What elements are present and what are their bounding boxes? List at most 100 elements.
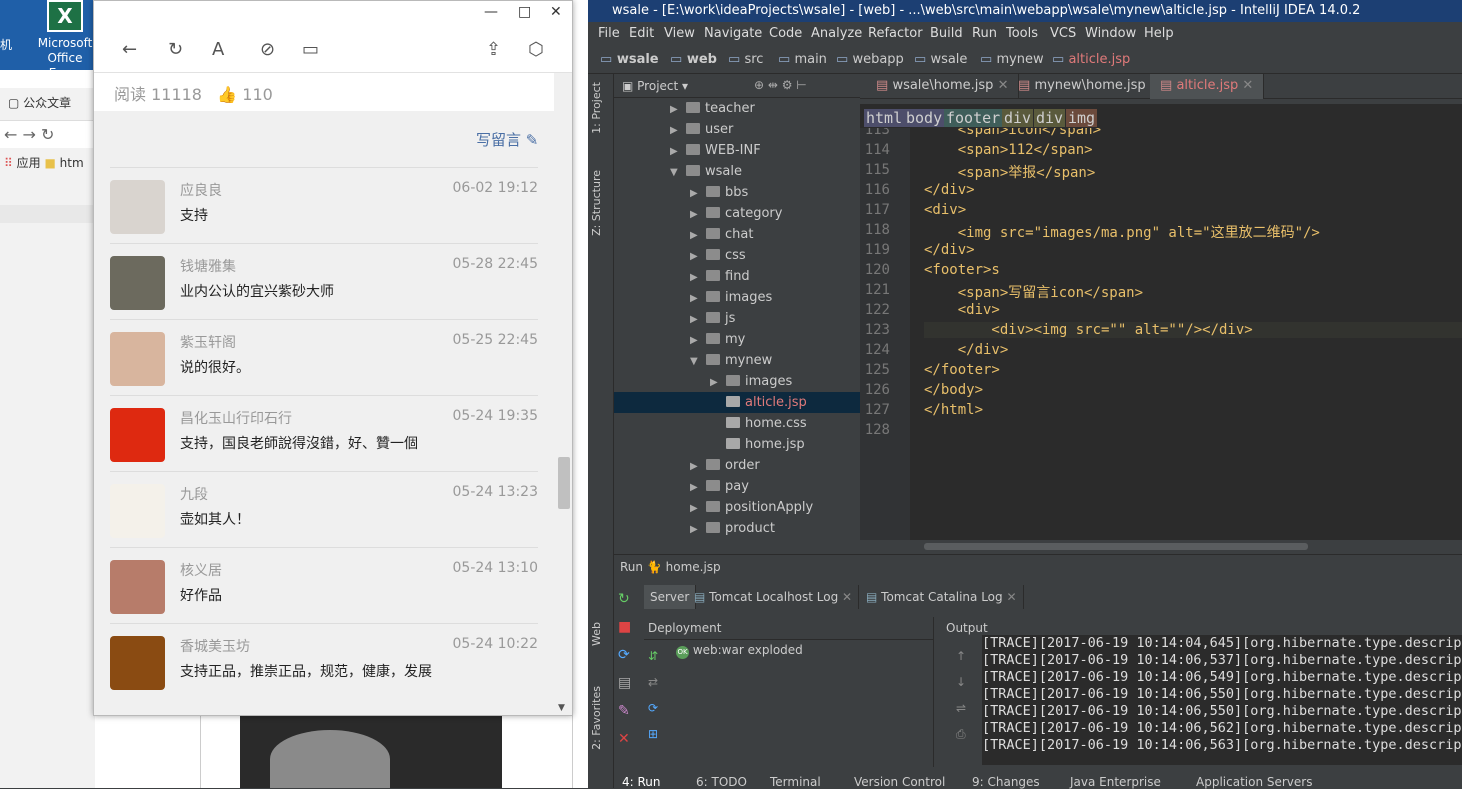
bookmark-htm[interactable]: htm [60, 156, 84, 170]
code-line[interactable]: <div> [924, 202, 966, 218]
editor-tab[interactable]: ▤ alticle.jsp ✕ [1150, 74, 1265, 99]
close-button[interactable]: ✕ [550, 4, 562, 20]
avatar[interactable] [110, 408, 165, 462]
artifact-icon[interactable]: ⊞ [648, 721, 658, 747]
tool-tab-web[interactable]: Web [590, 622, 603, 646]
breadcrumb-item[interactable]: ▭ src [728, 52, 763, 67]
editor-hscroll[interactable] [860, 540, 1462, 554]
tag-crumb[interactable]: footer [944, 109, 1003, 127]
wrap-icon[interactable]: ⇌ [956, 695, 966, 721]
tree-node[interactable]: ▶ category [614, 203, 860, 224]
forward-icon[interactable]: → [23, 125, 36, 144]
tree-node[interactable]: ▶ teacher [614, 98, 860, 119]
collapsed-arrow-icon[interactable]: ▶ [690, 183, 706, 204]
thumbs-up-icon[interactable]: 👍 [217, 85, 237, 104]
menu-navigate[interactable]: Navigate [704, 26, 762, 41]
collapsed-arrow-icon[interactable]: ▶ [690, 309, 706, 330]
tag-crumb[interactable]: html [864, 109, 905, 127]
collapsed-arrow-icon[interactable]: ▶ [690, 225, 706, 246]
tree-node[interactable]: ▶ pay [614, 476, 860, 497]
breadcrumb-item[interactable]: ▭ main [778, 52, 827, 67]
tree-node[interactable]: ▶ bbs [614, 182, 860, 203]
collapsed-arrow-icon[interactable]: ▶ [690, 477, 706, 498]
panel-tools-icon[interactable]: ⊕ ⇹ ⚙ ⊢ [754, 78, 807, 92]
run-tab[interactable]: ▤ Tomcat Catalina Log ✕ [860, 585, 1024, 609]
stop-icon[interactable]: ■ [618, 613, 640, 641]
menu-analyze[interactable]: Analyze [811, 26, 862, 41]
collapsed-arrow-icon[interactable]: ▶ [690, 456, 706, 477]
redeploy-icon[interactable]: ⟳ [648, 695, 658, 721]
editor-tab[interactable]: ▤ mynew\home.jsp ✕ [1008, 74, 1172, 99]
pin-icon[interactable]: ✎ [618, 697, 640, 725]
code-editor[interactable]: 113 114 115 116 117 118 119 120 121 122 123 124 125 1… [860, 128, 1462, 540]
tree-node[interactable]: ▶ chat [614, 224, 860, 245]
close-tab-icon[interactable]: ✕ [998, 78, 1009, 93]
avatar[interactable] [110, 484, 165, 538]
tool-window-tab[interactable]: Terminal [770, 775, 821, 789]
close-panel-icon[interactable]: ✕ [618, 725, 640, 753]
tree-node[interactable]: home.jsp [614, 434, 860, 455]
link-icon[interactable]: ⊘ [260, 39, 275, 60]
avatar[interactable] [110, 560, 165, 614]
update-icon[interactable]: ⟳ [618, 641, 640, 669]
code-line[interactable]: <div><img src="" alt=""/></div> [924, 322, 1462, 338]
close-tab-icon[interactable]: ✕ [1242, 78, 1253, 93]
avatar[interactable] [110, 180, 165, 234]
collapsed-arrow-icon[interactable]: ▶ [690, 204, 706, 225]
code-line[interactable]: <img src="images/ma.png" alt="这里放二维码"/> [924, 222, 1320, 242]
tag-crumb[interactable]: img [1066, 109, 1098, 127]
avatar[interactable] [110, 256, 165, 310]
browser-tab[interactable]: ▢ 公众文章 [0, 88, 95, 114]
box-icon[interactable]: ⬡ [528, 39, 544, 60]
collapsed-arrow-icon[interactable]: ▶ [690, 267, 706, 288]
code-line[interactable]: </footer> [924, 362, 1000, 378]
collapsed-arrow-icon[interactable]: ▶ [670, 141, 686, 162]
tool-window-tab[interactable]: Application Servers [1196, 775, 1312, 789]
menu-view[interactable]: View [664, 26, 695, 41]
refresh-icon[interactable]: ↻ [41, 125, 54, 144]
tree-node[interactable]: ▶ order [614, 455, 860, 476]
menu-run[interactable]: Run [972, 26, 997, 41]
tool-window-tab[interactable]: Java Enterprise [1070, 775, 1161, 789]
tool-tab-favorites[interactable]: 2: Favorites [590, 686, 603, 750]
undeploy-icon[interactable]: ⇄ [648, 669, 658, 695]
collapsed-arrow-icon[interactable]: ▶ [670, 99, 686, 120]
scroll-down-arrow-icon[interactable]: ▼ [558, 703, 565, 713]
tree-node[interactable]: ▶ images [614, 371, 860, 392]
menu-tools[interactable]: Tools [1006, 26, 1038, 41]
code-line[interactable]: </body> [924, 382, 983, 398]
back-icon[interactable]: ← [4, 125, 17, 144]
tag-crumb[interactable]: div [1002, 109, 1034, 127]
deploy-icon[interactable]: ⇵ [648, 643, 658, 669]
tool-window-tab[interactable]: 9: Changes [972, 775, 1040, 789]
avatar[interactable] [110, 332, 165, 386]
maximize-button[interactable]: □ [518, 4, 531, 20]
tag-crumb[interactable]: div [1034, 109, 1066, 127]
layout-icon[interactable]: ▤ [618, 669, 640, 697]
collapsed-arrow-icon[interactable]: ▶ [690, 246, 706, 267]
avatar[interactable] [110, 636, 165, 690]
code-line[interactable]: <span>112</span> [924, 142, 1093, 158]
collapsed-arrow-icon[interactable]: ▶ [710, 372, 726, 393]
tool-window-tab[interactable]: 6: TODO [696, 775, 747, 789]
menu-refactor[interactable]: Refactor [868, 26, 923, 41]
tree-node[interactable]: alticle.jsp [614, 392, 860, 413]
tool-tab-structure[interactable]: Z: Structure [590, 170, 603, 236]
breadcrumb-item[interactable]: ▭ webapp [836, 52, 904, 67]
write-comment-button[interactable]: 写留言 ✎ [476, 129, 538, 150]
code-line[interactable]: <span>icon</span> [924, 128, 1101, 138]
tool-tab-project[interactable]: 1: Project [590, 82, 603, 134]
tree-node[interactable]: ▶ WEB-INF [614, 140, 860, 161]
breadcrumb-item[interactable]: ▭ web [670, 52, 717, 67]
breadcrumb-item[interactable]: ▭ alticle.jsp [1052, 52, 1130, 67]
menu-build[interactable]: Build [930, 26, 963, 41]
tree-node[interactable]: ▶ my [614, 329, 860, 350]
excel-shortcut[interactable]: X Microsoft Office Exc... [30, 0, 100, 80]
scroll-up-icon[interactable]: ↑ [956, 643, 966, 669]
expanded-arrow-icon[interactable]: ▼ [670, 162, 686, 183]
code-line[interactable]: <span>写留言icon</span> [924, 282, 1143, 302]
code-line[interactable]: </div> [924, 242, 975, 258]
tool-window-tab[interactable]: 4: Run [622, 775, 661, 789]
code-line[interactable]: <footer>s [924, 262, 1000, 278]
menu-help[interactable]: Help [1144, 26, 1174, 41]
